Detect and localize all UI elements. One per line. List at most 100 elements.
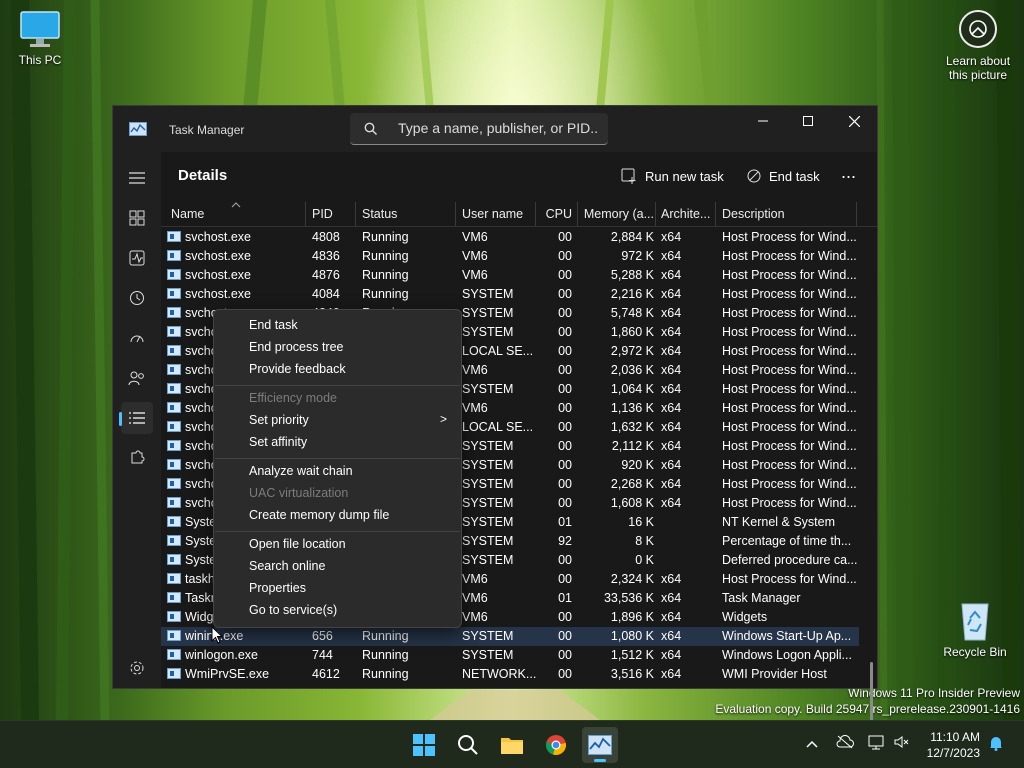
column-divider[interactable] — [535, 202, 536, 226]
column-divider[interactable] — [355, 202, 356, 226]
context-menu-item[interactable]: Search online — [249, 559, 325, 573]
column-divider[interactable] — [455, 202, 456, 226]
column-divider[interactable] — [577, 202, 578, 226]
table-cell: x64 — [661, 249, 682, 263]
table-cell: x64 — [661, 306, 682, 320]
table-cell: x64 — [661, 667, 682, 681]
details-header: Details Run new task End task ... — [161, 152, 877, 200]
title-bar[interactable]: Task Manager — [113, 106, 877, 152]
table-cell: 00 — [558, 496, 572, 510]
table-cell: WmiPrvSE.exe — [185, 667, 270, 681]
table-cell: Host Process for Wind... — [722, 458, 857, 472]
table-cell: x64 — [661, 629, 682, 643]
table-cell: 01 — [558, 515, 572, 529]
context-menu: End task End process tree Provide feedback… — [213, 309, 462, 628]
column-header[interactable]: Archite... — [661, 207, 716, 221]
gear-icon — [130, 661, 144, 675]
clock[interactable]: 11:10 AM 12/7/2023 — [927, 729, 980, 761]
hamburger-icon — [129, 172, 145, 184]
column-divider[interactable] — [655, 202, 656, 226]
run-new-task-button[interactable]: Run new task — [621, 162, 724, 190]
table-cell: 00 — [558, 458, 572, 472]
table-row[interactable]: svchost.exe 4836 Running VM6 00 972 K x64 Host … — [161, 247, 859, 266]
watermark-line-2: Evaluation copy. Build 25947.rs_prerelea… — [715, 702, 1020, 716]
maximize-button[interactable] — [785, 106, 831, 136]
table-row[interactable]: svchost.exe 4084 Running SYSTEM 00 2,216 K x64… — [161, 285, 859, 304]
nav-details[interactable] — [119, 402, 153, 434]
performance-icon — [129, 250, 145, 266]
column-header[interactable]: PID — [312, 207, 357, 221]
process-icon — [167, 288, 181, 299]
column-divider[interactable] — [305, 202, 306, 226]
table-cell: 2,324 K — [610, 572, 654, 586]
search-taskbar-button[interactable] — [450, 727, 486, 763]
notifications-button[interactable] — [988, 735, 1004, 754]
table-cell: x64 — [661, 648, 682, 662]
search-input[interactable] — [396, 119, 600, 137]
nav-processes[interactable] — [121, 202, 153, 234]
table-row[interactable]: svchost.exe 4808 Running VM6 00 2,884 K x64 Hos… — [161, 228, 859, 247]
minimize-button[interactable] — [740, 106, 786, 136]
column-header[interactable]: Status — [362, 207, 457, 221]
table-row[interactable]: winlogon.exe 744 Running SYSTEM 00 1,512 K x64… — [161, 646, 859, 665]
column-divider[interactable] — [715, 202, 716, 226]
table-row[interactable]: svchost.exe 4876 Running VM6 00 5,288 K x64 Hos… — [161, 266, 859, 285]
context-menu-item[interactable]: Create memory dump file — [249, 508, 389, 522]
context-menu-item[interactable]: End process tree — [249, 340, 344, 354]
close-button[interactable] — [831, 106, 877, 136]
context-menu-item[interactable]: Properties — [249, 581, 306, 595]
nav-settings[interactable] — [121, 652, 153, 684]
nav-services[interactable] — [121, 442, 153, 474]
nav-startup-apps[interactable] — [121, 322, 153, 354]
file-explorer-button[interactable] — [494, 727, 530, 763]
context-menu-item[interactable]: Go to service(s) — [249, 603, 337, 617]
menu-separator — [215, 385, 460, 386]
column-header[interactable]: CPU — [544, 207, 572, 221]
recycle-bin-icon[interactable]: Recycle Bin — [935, 598, 1015, 659]
context-menu-item[interactable]: Open file location — [249, 537, 346, 551]
end-task-button[interactable]: End task — [747, 162, 820, 190]
context-menu-item[interactable]: Set priority — [249, 413, 309, 427]
nav-users[interactable] — [121, 362, 153, 394]
table-row[interactable]: wininit.exe 656 Running SYSTEM 00 1,080 K x64 W… — [161, 627, 859, 646]
column-divider[interactable] — [856, 202, 857, 226]
hamburger-menu-button[interactable] — [121, 162, 153, 194]
table-cell: Running — [362, 648, 409, 662]
table-cell: 00 — [558, 439, 572, 453]
column-header[interactable]: Memory (a... — [582, 207, 654, 221]
process-icon — [167, 402, 181, 413]
context-menu-item[interactable]: Analyze wait chain — [249, 464, 353, 478]
context-menu-item[interactable]: Provide feedback — [249, 362, 346, 376]
column-header[interactable]: User name — [462, 207, 542, 221]
learn-about-picture[interactable]: Learn about this picture — [938, 10, 1018, 82]
nav-app-history[interactable] — [121, 282, 153, 314]
network-tray-icon[interactable] — [868, 735, 886, 754]
onedrive-tray-icon[interactable] — [836, 734, 854, 752]
table-row[interactable]: WmiPrvSE.exe 4612 Running NETWORK... 00 3,516… — [161, 665, 859, 684]
table-cell: 972 K — [621, 249, 654, 263]
table-cell: 00 — [558, 553, 572, 567]
search-box[interactable] — [350, 113, 608, 145]
table-cell: 4876 — [312, 268, 340, 282]
column-header[interactable]: Description — [722, 207, 857, 221]
table-cell: Host Process for Wind... — [722, 439, 857, 453]
nav-performance[interactable] — [121, 242, 153, 274]
process-icon — [167, 668, 181, 679]
more-options-button[interactable]: ... — [841, 158, 856, 186]
table-cell: 00 — [558, 629, 572, 643]
table-cell: SYSTEM — [462, 629, 514, 643]
chrome-button[interactable] — [538, 727, 574, 763]
table-cell: 4084 — [312, 287, 340, 301]
start-button[interactable] — [406, 727, 442, 763]
volume-tray-icon[interactable] — [894, 735, 910, 752]
context-menu-item[interactable]: Set affinity — [249, 435, 307, 449]
show-hidden-icons-button[interactable] — [806, 735, 818, 751]
task-manager-taskbar-button[interactable] — [582, 727, 618, 763]
this-pc-icon[interactable]: This PC — [0, 10, 80, 67]
table-cell: x64 — [661, 230, 682, 244]
context-menu-item[interactable]: End task — [249, 318, 298, 332]
table-cell: Widgets — [722, 610, 768, 624]
column-header[interactable]: Name — [171, 207, 301, 221]
table-cell: VM6 — [462, 249, 488, 263]
table-cell: 92 — [558, 534, 572, 548]
